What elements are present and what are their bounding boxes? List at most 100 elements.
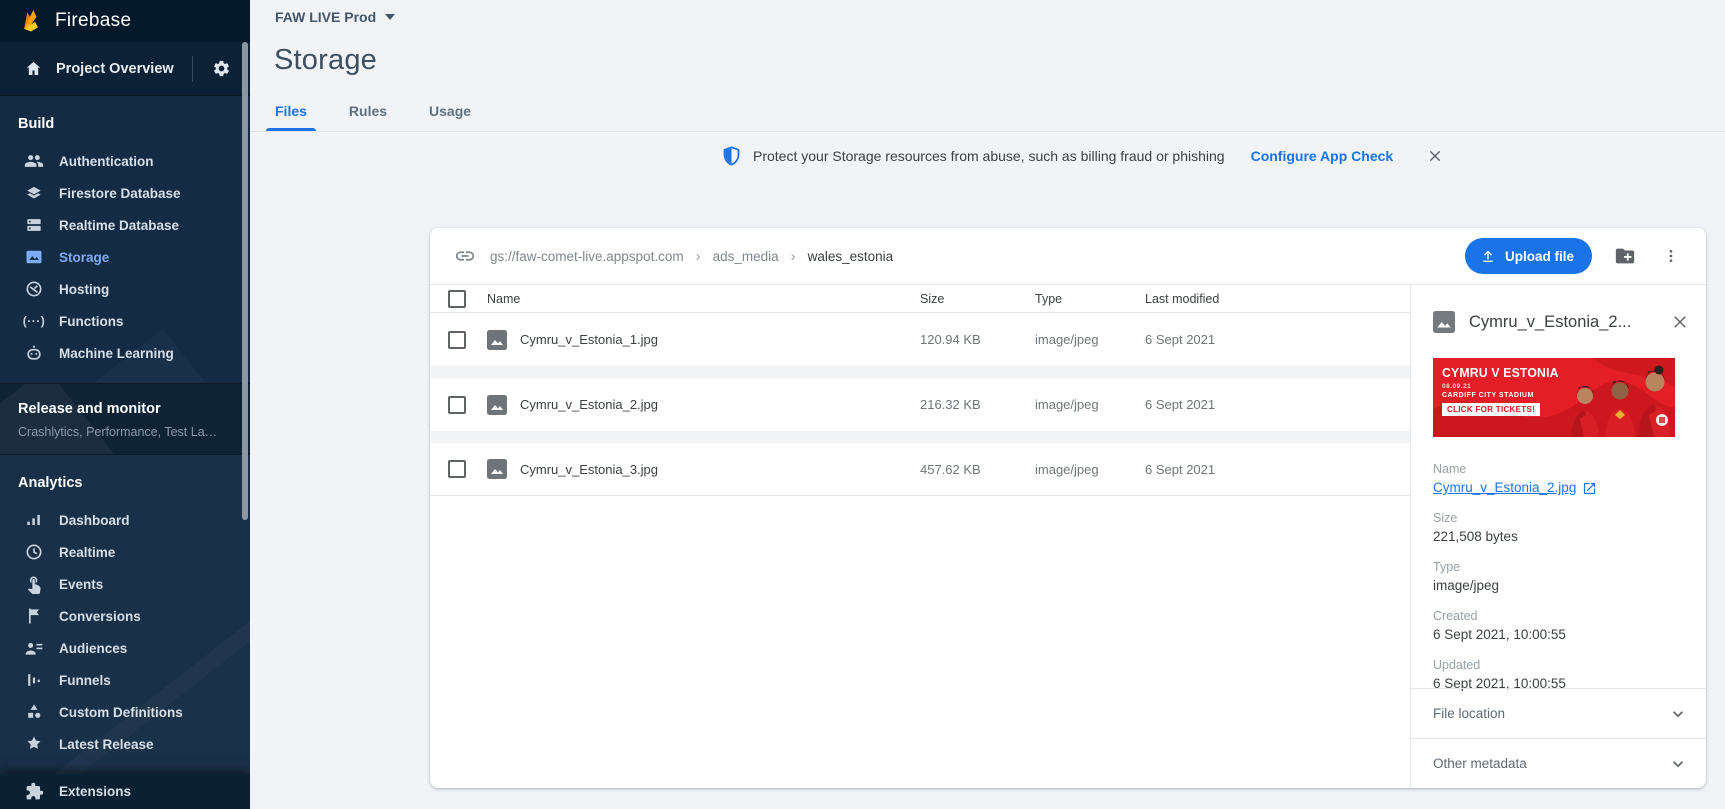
breadcrumb: gs://faw-comet-live.appspot.com › ads_me… [490,248,893,265]
funnel-bars-icon [24,670,44,690]
robot-icon [24,343,44,363]
sidebar-item-firestore[interactable]: Firestore Database [0,177,250,209]
kebab-menu-icon[interactable] [1658,243,1684,269]
upload-button-label: Upload file [1505,249,1574,264]
storage-icon [24,247,44,267]
sidebar-scrollbar-thumb[interactable] [242,42,248,520]
row-checkbox[interactable] [448,331,466,349]
sidebar-item-label: Realtime Database [59,218,179,233]
sidebar-item-label: Events [59,577,103,592]
table-row[interactable]: Cymru_v_Estonia_3.jpg 457.62 KB image/jp… [430,443,1410,496]
sidebar-item-label: Storage [59,250,109,265]
touch-icon [24,574,44,594]
column-header-size: Size [920,292,1035,306]
users-icon [24,151,44,171]
file-name-link[interactable]: Cymru_v_Estonia_2.jpg [1433,479,1576,497]
tab-usage[interactable]: Usage [420,92,480,131]
sidebar-item-hosting[interactable]: Hosting [0,273,250,305]
sidebar-item-functions[interactable]: (···) Functions [0,305,250,337]
column-header-modified: Last modified [1145,292,1410,306]
sidebar-item-label: Funnels [59,673,111,688]
detail-close-icon[interactable] [1668,310,1692,334]
configure-app-check-link[interactable]: Configure App Check [1251,148,1394,164]
app-check-banner: Protect your Storage resources from abus… [721,141,1446,171]
field-name: Name Cymru_v_Estonia_2.jpg [1433,461,1688,497]
storage-browser-card: gs://faw-comet-live.appspot.com › ads_me… [430,228,1706,788]
sidebar-item-conversions[interactable]: Conversions [0,600,250,632]
upload-file-button[interactable]: Upload file [1465,238,1592,274]
create-folder-icon[interactable] [1612,243,1638,269]
row-divider [430,431,1410,443]
sidebar-item-events[interactable]: Events [0,568,250,600]
file-type: image/jpeg [1035,332,1145,347]
link-icon [454,245,476,267]
sidebar-item-extensions[interactable]: Extensions [0,774,250,809]
sidebar-item-label: Realtime [59,545,115,560]
sidebar-item-label: Functions [59,314,124,329]
chevron-down-icon [385,14,395,20]
field-label: Type [1433,559,1688,575]
field-label: Created [1433,608,1688,624]
sidebar-item-storage[interactable]: Storage [0,241,250,273]
project-selector[interactable]: FAW LIVE Prod [275,9,395,25]
file-modified: 6 Sept 2021 [1145,397,1410,412]
image-file-icon [487,459,507,479]
sidebar-item-label: Dashboard [59,513,130,528]
project-overview-row[interactable]: Project Overview [0,42,250,96]
image-file-icon [1433,311,1455,333]
sidebar-item-audiences[interactable]: Audiences [0,632,250,664]
accordion-label: File location [1433,706,1668,721]
breadcrumb-folder[interactable]: ads_media [713,249,779,264]
tab-rules[interactable]: Rules [340,92,396,131]
column-header-type: Type [1035,292,1145,306]
project-settings-gear-icon[interactable] [206,54,236,84]
sidebar-item-label: Firestore Database [59,186,181,201]
banner-close-icon[interactable] [1424,145,1446,167]
sidebar-item-authentication[interactable]: Authentication [0,145,250,177]
field-label: Name [1433,461,1688,477]
firebase-brand: Firebase [0,0,250,42]
file-metadata: Name Cymru_v_Estonia_2.jpg Size 221,508 … [1433,461,1688,706]
decorative-shape [0,383,120,455]
preview-text-block: CYMRU V ESTONIA 08.09.21 CARDIFF CITY ST… [1442,365,1566,417]
chevron-down-icon [1668,704,1688,724]
sidebar-item-custom-definitions[interactable]: Custom Definitions [0,696,250,728]
table-row[interactable]: Cymru_v_Estonia_2.jpg 216.32 KB image/jp… [430,378,1410,431]
sidebar-item-realtime[interactable]: Realtime [0,536,250,568]
sidebar-item-latest-release[interactable]: Latest Release [0,728,250,760]
sidebar-item-funnels[interactable]: Funnels [0,664,250,696]
sidebar-item-dashboard[interactable]: Dashboard [0,504,250,536]
file-size: 216.32 KB [920,397,1035,412]
sidebar-item-label: Authentication [59,154,154,169]
field-label: Size [1433,510,1688,526]
chevron-right-icon: › [791,248,796,265]
sidebar-item-machine-learning[interactable]: Machine Learning [0,337,250,369]
file-modified: 6 Sept 2021 [1145,332,1410,347]
image-file-icon [487,330,507,350]
sidebar-item-realtime-database[interactable]: Realtime Database [0,209,250,241]
firestore-icon [24,183,44,203]
open-in-new-icon[interactable] [1582,481,1597,496]
table-header-row: Name Size Type Last modified [430,285,1410,313]
accordion-file-location[interactable]: File location [1411,688,1706,738]
sidebar-item-label: Latest Release [59,737,154,752]
row-checkbox[interactable] [448,396,466,414]
tab-files[interactable]: Files [266,92,316,131]
table-row[interactable]: Cymru_v_Estonia_1.jpg 120.94 KB image/jp… [430,313,1410,366]
file-size: 457.62 KB [920,462,1035,477]
sidebar: Firebase Project Overview Build Authenti… [0,0,250,809]
release-and-monitor-section[interactable]: Release and monitor Crashlytics, Perform… [0,383,250,455]
field-created: Created 6 Sept 2021, 10:00:55 [1433,608,1688,644]
project-overview-label[interactable]: Project Overview [56,61,179,77]
page-title: Storage [274,44,377,77]
breadcrumb-bucket[interactable]: gs://faw-comet-live.appspot.com [490,249,684,264]
file-name-cell: Cymru_v_Estonia_2.jpg [487,395,920,415]
hosting-icon [24,279,44,299]
select-all-checkbox[interactable] [448,290,466,308]
accordion-other-metadata[interactable]: Other metadata [1411,738,1706,788]
row-checkbox[interactable] [448,460,466,478]
file-preview-image[interactable]: CYMRU V ESTONIA 08.09.21 CARDIFF CITY ST… [1433,358,1675,437]
field-size: Size 221,508 bytes [1433,510,1688,546]
release-icon [24,734,44,754]
preview-title: CYMRU V ESTONIA [1442,365,1559,380]
